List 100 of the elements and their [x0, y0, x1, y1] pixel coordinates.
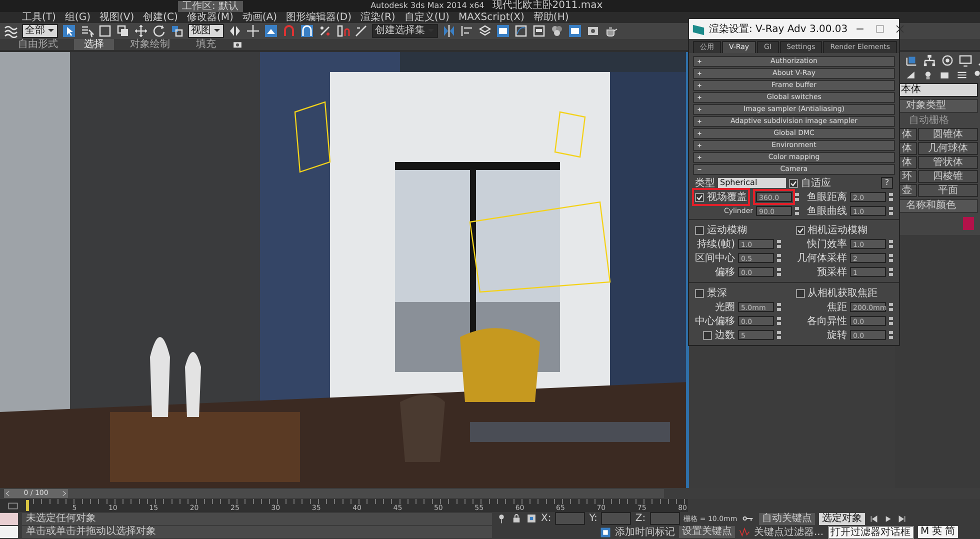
checkbox[interactable]: [695, 288, 704, 298]
shapes-icon[interactable]: [905, 69, 917, 81]
absolute-mode-icon[interactable]: [526, 513, 537, 524]
window-crossing-icon[interactable]: [116, 24, 130, 38]
coordinate-field[interactable]: [650, 512, 680, 526]
menu-item[interactable]: 动画(A): [242, 12, 278, 23]
material-editor-icon[interactable]: [550, 24, 564, 38]
time-tag-icon[interactable]: [600, 526, 611, 538]
primitive-button[interactable]: 圆锥体: [918, 128, 978, 141]
previous-icon[interactable]: [4, 489, 12, 498]
wave-icon[interactable]: [4, 24, 18, 38]
checkbox[interactable]: [789, 178, 798, 188]
render-frame-icon[interactable]: [586, 24, 600, 38]
key-mode-dropdown[interactable]: 选定对象: [819, 512, 866, 525]
ime-indicator[interactable]: 简: [945, 526, 956, 538]
frame-marker[interactable]: [26, 500, 29, 511]
menu-item[interactable]: 工具(T): [22, 12, 56, 23]
key-filters-button[interactable]: 关键点过滤器...: [754, 525, 824, 539]
rotate-icon[interactable]: [152, 24, 166, 38]
ribbon-tab[interactable]: 选择: [74, 39, 114, 50]
collapse-icon[interactable]: [697, 167, 702, 172]
create-icon[interactable]: [905, 54, 918, 67]
ime-indicator[interactable]: M: [920, 526, 930, 538]
scale-icon[interactable]: [170, 24, 184, 38]
menu-item[interactable]: 视图(V): [99, 12, 134, 23]
expand-icon[interactable]: [697, 59, 702, 64]
expand-icon[interactable]: [697, 107, 702, 112]
script-input-field[interactable]: [0, 526, 18, 538]
checkbox[interactable]: [695, 192, 704, 202]
expand-icon[interactable]: [697, 71, 702, 76]
region-select-icon[interactable]: [98, 24, 112, 38]
ribbon-tab[interactable]: 自由形式: [8, 39, 68, 50]
coordinate-field[interactable]: [555, 512, 586, 526]
select-by-name-icon[interactable]: [80, 24, 94, 38]
go-to-start-icon[interactable]: [869, 514, 880, 524]
expand-icon[interactable]: [697, 131, 702, 136]
checkbox[interactable]: [796, 226, 804, 234]
menu-item[interactable]: 修改器(M): [186, 12, 234, 23]
menu-item[interactable]: MAXScript(X): [458, 12, 524, 23]
primitive-button[interactable]: 四棱锥: [918, 170, 978, 183]
pivot-icon[interactable]: [246, 24, 260, 38]
expand-icon[interactable]: [697, 155, 702, 160]
move-icon[interactable]: [134, 24, 148, 38]
type-dropdown[interactable]: Spherical: [718, 178, 786, 188]
curve-editor-icon[interactable]: [514, 24, 528, 38]
selection-filter-dropdown[interactable]: 全部: [22, 24, 58, 38]
ribbon-tab[interactable]: 填充: [186, 39, 226, 50]
render-setup-icon[interactable]: [568, 24, 582, 38]
helpers-icon[interactable]: [956, 69, 968, 81]
next-icon[interactable]: [60, 489, 68, 498]
schematic-icon[interactable]: [532, 24, 546, 38]
spinner-snap-icon[interactable]: [336, 24, 350, 38]
mirror-axis-icon[interactable]: [442, 24, 456, 38]
rollout-header[interactable]: 对象类型: [897, 99, 978, 113]
expand-icon[interactable]: [697, 83, 702, 88]
auto-key-button[interactable]: 自动关键点: [759, 512, 816, 525]
selection-set-field[interactable]: 创建选择集: [372, 24, 438, 38]
go-to-end-icon[interactable]: [897, 514, 908, 524]
hierarchy-icon[interactable]: [923, 54, 936, 67]
menu-item[interactable]: 创建(C): [143, 12, 178, 23]
display-icon[interactable]: [959, 54, 972, 67]
checkbox[interactable]: [695, 226, 704, 234]
light-icon[interactable]: [496, 513, 507, 524]
checkbox[interactable]: [703, 330, 712, 340]
script-listener-field[interactable]: [0, 512, 18, 525]
menu-item[interactable]: 渲染(R): [360, 12, 396, 23]
manipulate-icon[interactable]: [264, 24, 278, 38]
rollout-header[interactable]: 名称和颜色: [897, 199, 978, 213]
primitive-button[interactable]: 几何球体: [918, 142, 978, 155]
expand-icon[interactable]: [697, 95, 702, 100]
menu-item[interactable]: 组(G): [64, 12, 90, 23]
align-icon[interactable]: [460, 24, 474, 38]
menu-item[interactable]: 图形编辑器(D): [286, 12, 352, 23]
motion-icon[interactable]: [941, 54, 954, 67]
edit-set-icon[interactable]: [354, 24, 368, 38]
color-swatch[interactable]: [963, 217, 974, 230]
percent-snap-icon[interactable]: [318, 24, 332, 38]
add-time-tag-label[interactable]: 添加时间标记: [615, 525, 675, 539]
checkbox-label: 自适应: [801, 176, 831, 190]
workspace-dropdown[interactable]: 工作区: 默认: [178, 0, 243, 12]
menu-item[interactable]: 帮助(H): [533, 12, 569, 23]
category-dropdown[interactable]: 本体: [897, 83, 978, 97]
explorer-icon[interactable]: [496, 24, 510, 38]
ime-indicator[interactable]: 英: [932, 526, 942, 538]
expand-icon[interactable]: [697, 119, 702, 124]
primitive-button[interactable]: 管状体: [918, 156, 978, 169]
reference-system-dropdown[interactable]: 视图: [188, 24, 224, 38]
help-button[interactable]: ?: [881, 177, 893, 189]
select-icon[interactable]: [62, 24, 76, 38]
primitive-button[interactable]: 平面: [918, 184, 978, 197]
coordinate-field[interactable]: [601, 512, 632, 526]
camera-icon[interactable]: [232, 39, 243, 50]
angle-snap-icon[interactable]: [300, 24, 314, 38]
set-key-button[interactable]: 设置关键点: [679, 526, 735, 538]
layers-icon[interactable]: [478, 24, 492, 38]
lock-icon[interactable]: [511, 513, 522, 524]
ribbon-tab[interactable]: 对象绘制: [120, 39, 180, 50]
expand-icon[interactable]: [697, 143, 702, 148]
menu-item[interactable]: 自定义(U): [404, 12, 450, 23]
checkbox[interactable]: [796, 288, 804, 298]
